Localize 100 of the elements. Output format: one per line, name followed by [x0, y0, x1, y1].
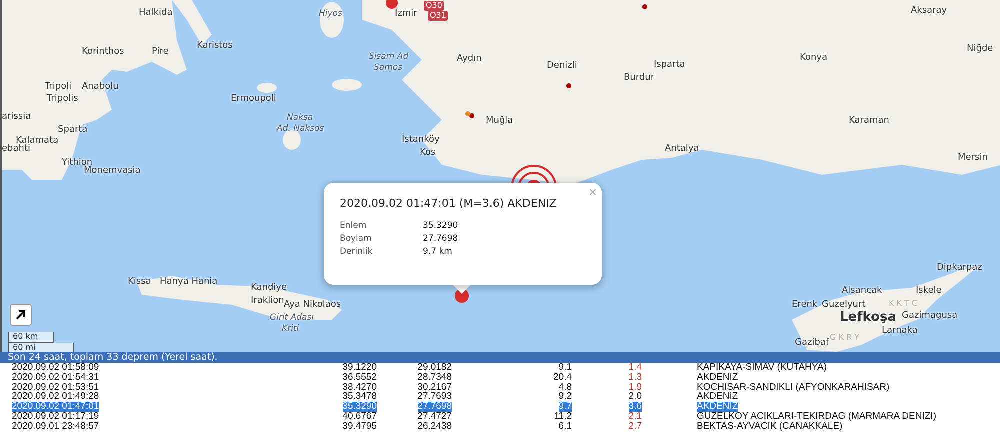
table-cell: BEKTAS-AYVACIK (CANAKKALE) [697, 422, 843, 432]
place-label: K K T C [889, 300, 918, 308]
road-badge: O30 [424, 1, 444, 11]
place-label: Burdur [624, 74, 655, 83]
table-cell: GUZELKOY ACIKLARI-TEKIRDAG (MARMARA DENIZI) [697, 412, 936, 422]
table-cell: 6.1 [558, 422, 572, 432]
place-label: Sparta [58, 126, 88, 135]
table-cell: 1.3 [628, 372, 642, 383]
table-cell: AKDENIZ [697, 372, 738, 383]
table-cell: 28.7348 [418, 372, 452, 383]
scale-bar: 60 km [8, 332, 54, 343]
table-cell[interactable]: 2020.09.02 01:49:28 [12, 392, 100, 402]
table-cell: 35.3478 [342, 392, 377, 402]
place-label: Anabolu [82, 83, 119, 92]
table-caption: Son 24 saat, toplam 33 deprem (Yerel saat). [0, 352, 1000, 363]
place-label: Aydın [457, 55, 482, 64]
table-cell: 1.9 [628, 382, 642, 392]
table-cell: 36.5552 [342, 372, 377, 383]
place-label: Muğla [486, 117, 514, 126]
field-label: Enlem [340, 220, 368, 233]
place-label: Tripoli [45, 83, 72, 92]
table-cell[interactable]: 2020.09.01 23:48:57 [12, 422, 100, 432]
place-label: Larnaka [882, 327, 918, 336]
table-cell: 9.1 [558, 363, 572, 373]
table-cell: 38.4270 [342, 382, 377, 392]
table-cell[interactable]: 2020.09.02 01:58:09 [12, 363, 100, 373]
place-label: Korinthos [82, 48, 124, 57]
place-label: Karaman [849, 117, 890, 126]
place-label: Kos [420, 149, 436, 158]
popup-title: 2020.09.02 01:47:01 (M=3.6) AKDENIZ [340, 197, 558, 210]
place-label: Antalya [665, 145, 700, 154]
place-label: Konya [800, 54, 828, 63]
place-label: Girit Adası [270, 314, 314, 322]
place-label: Ermoupoli [231, 95, 276, 104]
place-label: Nakşa [287, 114, 314, 122]
place-label: Gazimagusa [902, 312, 958, 321]
table-cell: 29.0182 [418, 363, 452, 373]
table-cell: 27.7693 [418, 392, 452, 402]
table-cell: 27.7698 [418, 402, 452, 412]
place-label: Sisam Ad [369, 53, 409, 62]
table-cell[interactable]: 2020.09.02 01:47:01 [12, 402, 100, 412]
field-value: 27.7698 [423, 233, 460, 246]
place-label: Samos [374, 64, 403, 72]
table-cell: 2.7 [628, 422, 642, 432]
table-cell: 9.7 [558, 402, 572, 412]
place-label: Guzelyurt [822, 301, 866, 310]
place-label: Aksaray [911, 7, 948, 16]
place-label: Halkida [139, 9, 173, 18]
place-label: Monemvasia [84, 167, 141, 176]
table-cell[interactable]: 2020.09.02 01:17:19 [12, 412, 100, 422]
place-label: Hiyos [319, 10, 342, 18]
table-cell[interactable]: 2020.09.02 01:54:31 [12, 372, 100, 383]
place-label: Dipkarpaz [937, 264, 982, 273]
table-cell: 4.8 [558, 382, 572, 392]
table-cell: 11.2 [554, 412, 572, 422]
road-badge: O31 [428, 11, 448, 21]
place-label: Kandiye [251, 284, 288, 293]
place-label: Iraklion [251, 297, 284, 306]
table-cell: 27.4727 [418, 412, 452, 422]
place-label: Isparta [654, 61, 686, 70]
table-cell: 2.0 [628, 392, 642, 402]
place-label: Tripolis [47, 95, 78, 104]
place-label: Pire [152, 48, 169, 57]
place-label: İstanköy [402, 136, 440, 145]
place-label: İskele [916, 287, 942, 296]
place-label: Niğde [967, 45, 994, 54]
place-label: Karistos [197, 42, 233, 51]
arrow-icon [15, 309, 27, 321]
table-cell: 1.4 [628, 363, 642, 373]
field-label: Derinlik [340, 246, 374, 259]
place-label: Denizli [547, 62, 578, 71]
field-value: 35.3290 [423, 220, 460, 233]
place-label: Kriti [282, 325, 300, 334]
place-label: Gazibaf [795, 339, 830, 348]
table-cell: 20.4 [554, 372, 572, 383]
place-label: ebahti [2, 145, 30, 154]
table-cell: 9.2 [558, 392, 572, 402]
place-label: Yithion [62, 159, 93, 168]
table-cell: 3.6 [628, 402, 642, 412]
field-value: 9.7 km [423, 246, 454, 259]
table-cell: AKDENIZ [697, 392, 738, 402]
place-label: İzmir [395, 10, 418, 19]
place-label: Ad. Naksos [277, 125, 324, 134]
table-cell: 39.4795 [342, 422, 377, 432]
place-label: Erenk [792, 301, 818, 310]
field-label: Boylam [340, 233, 373, 246]
place-label: Mersin [958, 154, 988, 163]
table-cell: 35.3290 [342, 402, 377, 412]
place-label: arissia [2, 113, 32, 122]
table-cell: 39.1220 [342, 363, 377, 373]
place-label: Lefkoşa [840, 311, 896, 324]
place-label: G K R Y [830, 334, 860, 342]
table-cell[interactable]: 2020.09.02 01:53:51 [12, 382, 100, 392]
place-label: Alsancak [842, 287, 882, 296]
table-cell: AKDENIZ [697, 402, 738, 412]
expand-button[interactable] [10, 304, 32, 326]
table-cell: KAPIKAYA-SIMAV (KUTAHYA) [697, 363, 828, 373]
table-cell: 2.1 [628, 412, 642, 422]
table-cell: 26.2438 [418, 422, 452, 432]
place-label: Kissa [128, 278, 152, 287]
